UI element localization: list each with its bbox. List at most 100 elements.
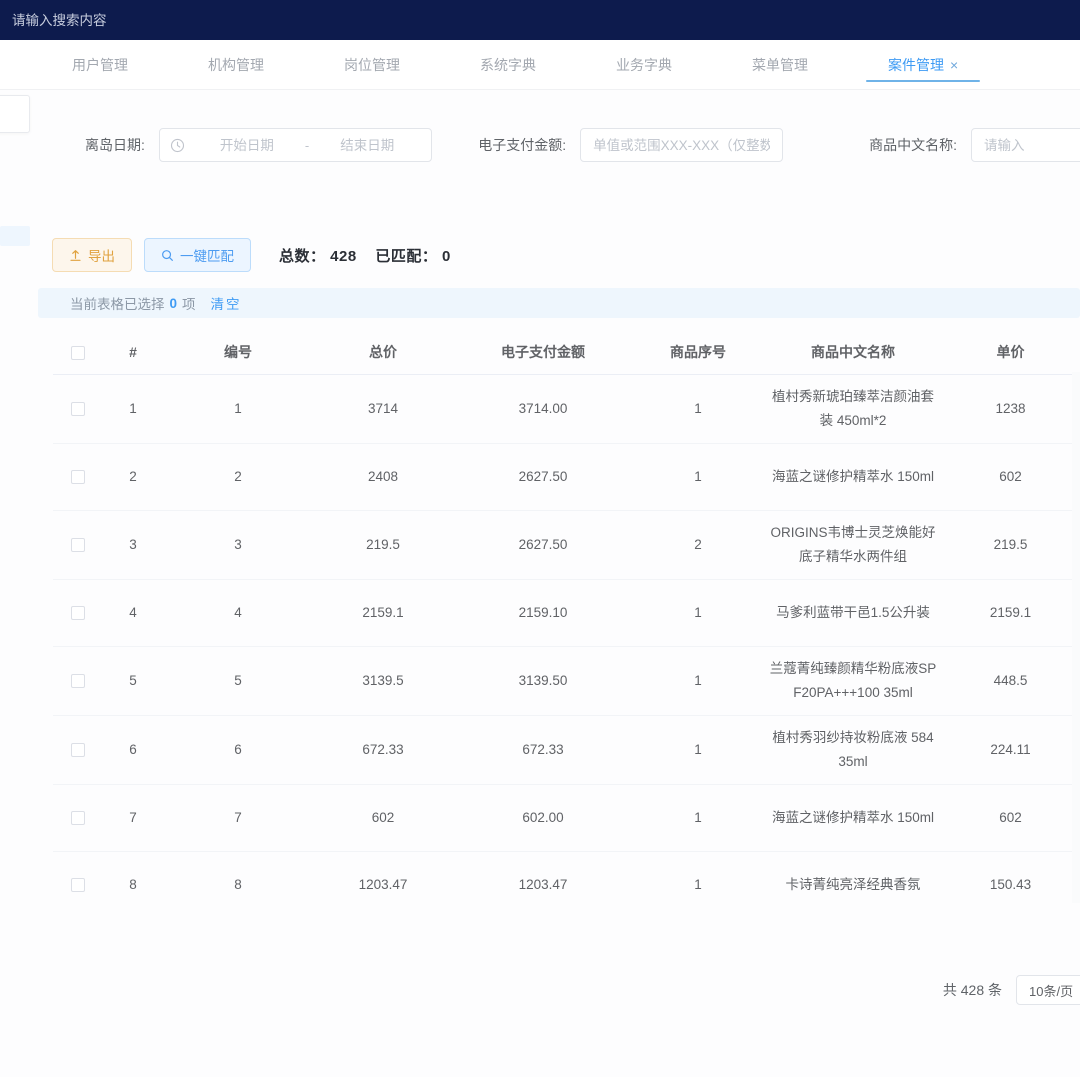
cell-product-seq: 1 [633, 796, 763, 840]
export-button[interactable]: 导出 [52, 238, 132, 272]
cell-product-name: 海蓝之谜修护精萃水 150ml [763, 796, 943, 840]
cell-index: 8 [103, 863, 163, 906]
cell-epayment: 2159.10 [453, 591, 633, 635]
tab-label: 用户管理 [72, 55, 128, 75]
end-date-input[interactable] [313, 138, 421, 153]
tab-label: 业务字典 [616, 55, 672, 75]
match-stats: 总数： 428 已匹配： 0 [279, 245, 465, 266]
product-name-input[interactable] [971, 128, 1080, 162]
tab-menu-management[interactable]: 菜单管理 [738, 40, 822, 89]
tab-label: 案件管理 [888, 55, 944, 75]
table-body: 1 1 3714 3714.00 1 植村秀新琥珀臻萃洁颜油套装 450ml*2… [53, 375, 1078, 906]
global-search-input[interactable] [12, 13, 332, 28]
cell-index: 3 [103, 523, 163, 567]
tab-post-management[interactable]: 岗位管理 [330, 40, 414, 89]
cell-product-name: 海蓝之谜修护精萃水 150ml [763, 455, 943, 499]
cell-total-price: 2159.1 [313, 591, 453, 635]
cell-epayment: 672.33 [453, 728, 633, 772]
cell-unit-price: 2159.1 [943, 591, 1078, 635]
cell-product-name: 兰蔻菁纯臻颜精华粉底液SPF20PA+++100 35ml [763, 647, 943, 715]
col-header-unit-price: 单价 [943, 330, 1078, 374]
cell-product-seq: 1 [633, 387, 763, 431]
one-key-match-button[interactable]: 一键匹配 [144, 238, 251, 272]
payment-amount-input[interactable] [580, 128, 783, 162]
tab-system-dict[interactable]: 系统字典 [466, 40, 550, 89]
cell-product-seq: 1 [633, 728, 763, 772]
row-checkbox[interactable] [71, 402, 85, 416]
row-checkbox[interactable] [71, 470, 85, 484]
cell-code: 3 [163, 523, 313, 567]
cell-total-price: 2408 [313, 455, 453, 499]
row-checkbox[interactable] [71, 606, 85, 620]
cell-code: 5 [163, 659, 313, 703]
selection-bar: 当前表格已选择 0 项 清空 [38, 288, 1080, 318]
cell-code: 8 [163, 863, 313, 906]
tab-case-management[interactable]: 案件管理 × [874, 40, 972, 89]
tab-business-dict[interactable]: 业务字典 [602, 40, 686, 89]
cell-code: 4 [163, 591, 313, 635]
cell-index: 4 [103, 591, 163, 635]
pagination-footer: 共 428 条 10条/页 [0, 973, 1080, 1007]
table-body-viewport: 1 1 3714 3714.00 1 植村秀新琥珀臻萃洁颜油套装 450ml*2… [53, 375, 1078, 906]
row-checkbox[interactable] [71, 538, 85, 552]
row-checkbox[interactable] [71, 674, 85, 688]
app-window: 用户管理 机构管理 岗位管理 系统字典 业务字典 菜单管理 案件管理 × 离岛日… [0, 0, 1080, 1077]
start-date-input[interactable] [193, 138, 301, 153]
pagination-total: 共 428 条 [943, 980, 1002, 1000]
table-row: 1 1 3714 3714.00 1 植村秀新琥珀臻萃洁颜油套装 450ml*2… [53, 375, 1078, 444]
payment-filter-label: 电子支付金额: [478, 135, 566, 155]
tab-label: 菜单管理 [752, 55, 808, 75]
row-checkbox[interactable] [71, 743, 85, 757]
cell-total-price: 602 [313, 796, 453, 840]
total-count-text: 总数： 428 [279, 248, 357, 265]
top-navbar [0, 0, 1080, 40]
cell-code: 7 [163, 796, 313, 840]
table-header: # 编号 总价 电子支付金额 商品序号 商品中文名称 单价 [53, 330, 1078, 375]
close-icon[interactable]: × [950, 58, 958, 72]
cell-product-seq: 1 [633, 863, 763, 906]
date-range-picker[interactable]: - [159, 128, 432, 162]
selection-prefix: 当前表格已选择 [70, 293, 165, 313]
collapsed-panel-fragment [0, 95, 30, 133]
row-checkbox[interactable] [71, 811, 85, 825]
cell-product-name: 植村秀新琥珀臻萃洁颜油套装 450ml*2 [763, 375, 943, 443]
col-header-epayment: 电子支付金额 [453, 330, 633, 374]
clock-icon [170, 138, 185, 153]
search-icon [161, 249, 174, 262]
col-header-total-price: 总价 [313, 330, 453, 374]
row-checkbox[interactable] [71, 878, 85, 892]
tab-user-management[interactable]: 用户管理 [58, 40, 142, 89]
cell-product-name: ORIGINS韦博士灵芝焕能好底子精华水两件组 [763, 511, 943, 579]
cutoff-button-fragment [0, 226, 30, 246]
cell-total-price: 3714 [313, 387, 453, 431]
cell-index: 7 [103, 796, 163, 840]
clear-selection-link[interactable]: 清空 [211, 293, 242, 313]
cell-epayment: 1203.47 [453, 863, 633, 906]
cell-product-name: 马爹利蓝带干邑1.5公升装 [763, 591, 943, 635]
cell-epayment: 602.00 [453, 796, 633, 840]
col-header-index: # [103, 330, 163, 374]
page-size-select[interactable]: 10条/页 [1016, 975, 1080, 1005]
col-header-product-seq: 商品序号 [633, 330, 763, 374]
cell-unit-price: 602 [943, 796, 1078, 840]
main-content: 离岛日期: - 电子支付金额: 商品中文名称: [0, 128, 1080, 906]
cell-unit-price: 219.5 [943, 523, 1078, 567]
cell-product-name: 植村秀羽纱持妆粉底液 584 35ml [763, 716, 943, 784]
col-header-product-name: 商品中文名称 [763, 330, 943, 374]
filter-row: 离岛日期: - 电子支付金额: 商品中文名称: [38, 128, 1080, 162]
data-table: # 编号 总价 电子支付金额 商品序号 商品中文名称 单价 1 1 3714 3… [53, 330, 1078, 906]
cell-epayment: 2627.50 [453, 523, 633, 567]
selection-count: 0 [170, 296, 178, 311]
cell-epayment: 2627.50 [453, 455, 633, 499]
cell-code: 1 [163, 387, 313, 431]
cell-unit-price: 150.43 [943, 863, 1078, 906]
table-row: 2 2 2408 2627.50 1 海蓝之谜修护精萃水 150ml 602 [53, 444, 1078, 511]
cell-product-seq: 1 [633, 659, 763, 703]
toolbar: 导出 一键匹配 总数： 428 已匹配： 0 [38, 238, 1080, 272]
tab-org-management[interactable]: 机构管理 [194, 40, 278, 89]
select-all-checkbox[interactable] [71, 346, 85, 360]
cell-total-price: 219.5 [313, 523, 453, 567]
cell-code: 6 [163, 728, 313, 772]
export-button-label: 导出 [88, 245, 115, 265]
cell-epayment: 3714.00 [453, 387, 633, 431]
